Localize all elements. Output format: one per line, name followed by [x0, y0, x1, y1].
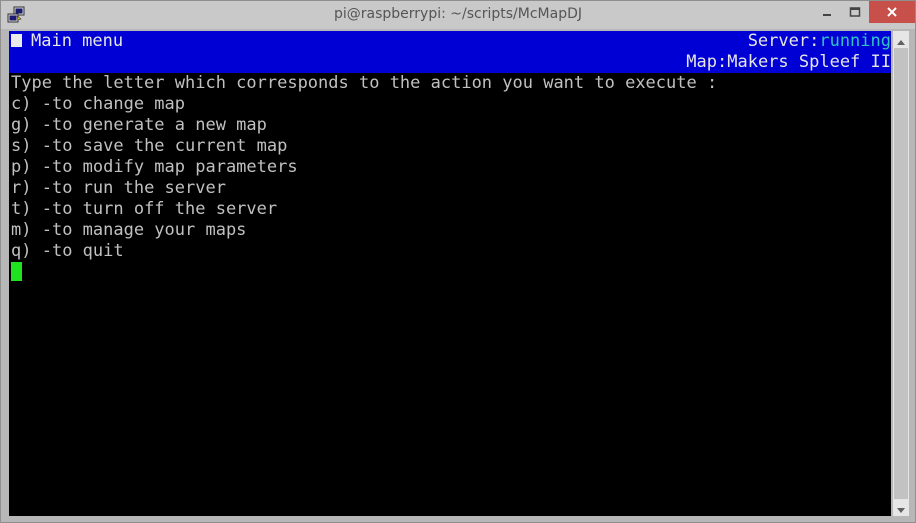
window-title: pi@raspberrypi: ~/scripts/McMapDJ [334, 6, 582, 22]
input-line[interactable] [9, 262, 891, 283]
terminal-screen[interactable]: Main menu Server:running Map:Makers Sple… [9, 31, 891, 516]
menu-item-quit[interactable]: q) -to quit [9, 241, 891, 262]
minimize-icon [821, 3, 833, 22]
scroll-up-button[interactable] [893, 31, 909, 47]
menu-header: Main menu Server:running Map:Makers Sple… [9, 31, 891, 73]
square-icon [11, 34, 22, 47]
close-button[interactable] [869, 1, 915, 23]
terminal-window: pi@raspberrypi: ~/scripts/McMapDJ Main m… [0, 0, 916, 523]
menu-item-key: r) [11, 178, 32, 198]
menu-item-text: -to save the current map [31, 136, 288, 156]
menu-item-text: -to generate a new map [31, 115, 267, 135]
menu-item-text: -to change map [31, 94, 186, 114]
menu-item-text: -to modify map parameters [31, 157, 298, 177]
menu-item-turn-off-server[interactable]: t) -to turn off the server [9, 199, 891, 220]
arrow-up-icon [897, 30, 905, 49]
close-icon [886, 3, 898, 22]
title-bar[interactable]: pi@raspberrypi: ~/scripts/McMapDJ [1, 1, 915, 29]
menu-title: Main menu [31, 31, 124, 51]
menu-item-text: -to run the server [31, 178, 226, 198]
maximize-button[interactable] [841, 1, 869, 23]
menu-item-key: g) [11, 115, 32, 135]
scroll-thumb[interactable] [894, 48, 908, 499]
menu-item-change-map[interactable]: c) -to change map [9, 94, 891, 115]
server-status-wrap: Server:running [748, 31, 891, 52]
menu-item-key: s) [11, 136, 32, 156]
menu-item-generate-map[interactable]: g) -to generate a new map [9, 115, 891, 136]
map-info: Map:Makers Spleef II [686, 52, 891, 73]
prompt-line: Type the letter which corresponds to the… [11, 73, 718, 93]
maximize-icon [849, 3, 861, 22]
map-label: Map: [686, 52, 728, 72]
menu-item-text: -to turn off the server [31, 199, 278, 219]
map-name: Makers Spleef II [727, 52, 891, 72]
server-status: running [819, 31, 891, 51]
header-row-top: Main menu Server:running [9, 31, 891, 52]
header-row-bottom: Map:Makers Spleef II [9, 52, 891, 73]
menu-item-text: -to quit [31, 241, 124, 261]
text-cursor [11, 262, 22, 281]
minimize-button[interactable] [813, 1, 841, 23]
menu-item-modify-parameters[interactable]: p) -to modify map parameters [9, 157, 891, 178]
menu-item-key: q) [11, 241, 32, 261]
menu-item-text: -to manage your maps [31, 220, 247, 240]
menu-item-key: p) [11, 157, 32, 177]
arrow-down-icon [897, 499, 905, 518]
menu-item-key: m) [11, 220, 32, 240]
scroll-down-button[interactable] [893, 500, 909, 516]
menu-item-key: c) [11, 94, 32, 114]
vertical-scrollbar[interactable] [893, 31, 909, 516]
server-label: Server: [747, 31, 820, 51]
menu-item-run-server[interactable]: r) -to run the server [9, 178, 891, 199]
menu-item-key: t) [11, 199, 32, 219]
menu-title-wrap: Main menu [11, 31, 123, 52]
menu-item-manage-maps[interactable]: m) -to manage your maps [9, 220, 891, 241]
menu-item-save-map[interactable]: s) -to save the current map [9, 136, 891, 157]
